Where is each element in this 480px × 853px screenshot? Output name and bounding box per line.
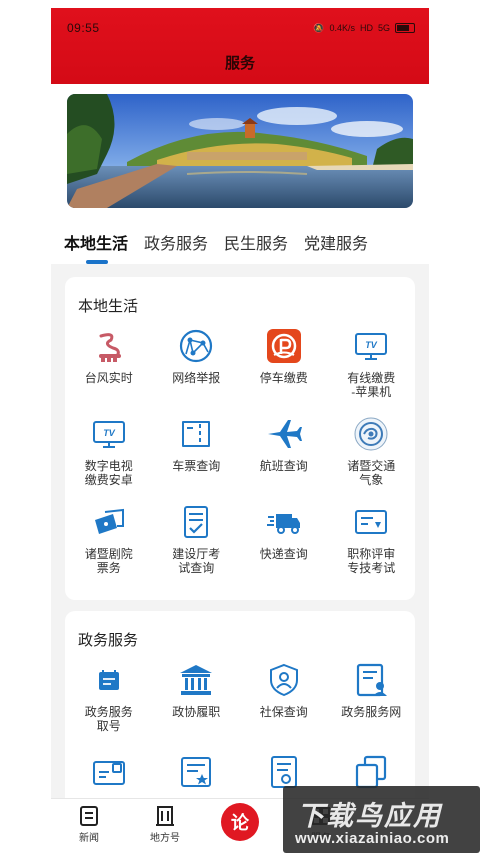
- service-label: 政协履职: [172, 705, 221, 719]
- service-item-construction-exam[interactable]: 建设厅考 试查询: [153, 503, 241, 575]
- social-security-icon: [265, 661, 303, 699]
- weather-icon: [352, 415, 390, 453]
- service-label: 网络举报: [172, 371, 221, 385]
- parking-icon: [265, 327, 303, 365]
- tabbar-item-local[interactable]: 地方号: [135, 805, 195, 844]
- service-item-title-review[interactable]: 职称评审 专技考试: [328, 503, 416, 575]
- service-item-typhoon[interactable]: 台风实时: [65, 327, 153, 399]
- service-grid: 政务服务 取号 政协履职 社保查询 政务服务网: [65, 661, 415, 797]
- page-title: 服务: [224, 55, 255, 72]
- service-label: 诸暨剧院 票务: [84, 547, 133, 575]
- tv-icon: TV: [90, 415, 128, 453]
- tabbar-item-news[interactable]: 新闻: [59, 805, 119, 844]
- service-label: 社保查询: [259, 705, 308, 719]
- service-item-parking[interactable]: 停车缴费: [240, 327, 328, 399]
- ticket-icon: [177, 415, 215, 453]
- service-item-star-doc[interactable]: [153, 753, 241, 797]
- service-label: 车票查询: [172, 459, 221, 473]
- exam-icon: [177, 503, 215, 541]
- mute-icon: 🔕: [313, 22, 325, 33]
- signal-icon: 5G: [377, 23, 390, 33]
- tab-party-service[interactable]: 党建服务: [304, 230, 368, 264]
- service-label: 有线缴费 -苹果机: [347, 371, 396, 399]
- building-icon: [156, 806, 174, 826]
- service-label: 台风实时: [84, 371, 133, 385]
- id-card-icon: [90, 753, 128, 791]
- service-item-digital-tv[interactable]: TV 数字电视 缴费安卓: [65, 415, 153, 487]
- section-title: 政务服务: [78, 632, 139, 649]
- tv-icon: TV: [352, 327, 390, 365]
- news-icon: [80, 806, 98, 826]
- service-label: 快递查询: [259, 547, 308, 561]
- section-title: 本地生活: [78, 298, 139, 315]
- banner-image[interactable]: [67, 94, 413, 208]
- theater-ticket-icon: [90, 503, 128, 541]
- service-item-express[interactable]: 快递查询: [240, 503, 328, 575]
- center-logo-button[interactable]: 论: [221, 803, 259, 841]
- status-icons: 🔕 0.4K/s HD 5G: [313, 23, 415, 34]
- queue-number-icon: [90, 661, 128, 699]
- service-grid: 台风实时 网络举报 停车缴费 TV 有线缴费 -苹果机 TV 数字电视 缴费安卓: [65, 327, 415, 575]
- service-label: 航班查询: [259, 459, 308, 473]
- service-item-theater[interactable]: 诸暨剧院 票务: [65, 503, 153, 575]
- service-label: 停车缴费: [259, 371, 308, 385]
- service-label: 职称评审 专技考试: [347, 547, 396, 575]
- svg-text:TV: TV: [365, 340, 377, 350]
- tabbar-label: 地方号: [150, 833, 180, 844]
- tab-local-life[interactable]: 本地生活: [64, 230, 128, 264]
- landscape-photo: [67, 94, 413, 208]
- tab-livelihood-service[interactable]: 民生服务: [224, 230, 288, 264]
- service-label: 数字电视 缴费安卓: [84, 459, 133, 487]
- service-item-social-security[interactable]: 社保查询: [240, 661, 328, 733]
- watermark-title: 下载鸟应用: [297, 801, 442, 831]
- delivery-icon: [265, 503, 303, 541]
- airplane-icon: [265, 415, 303, 453]
- service-item-cppcc[interactable]: 政协履职: [153, 661, 241, 733]
- service-item-queue-number[interactable]: 政务服务 取号: [65, 661, 153, 733]
- government-building-icon: [177, 661, 215, 699]
- service-item-id-card[interactable]: [65, 753, 153, 797]
- service-label: 政务服务 取号: [84, 705, 133, 733]
- service-label: 诸暨交通 气象: [347, 459, 396, 487]
- service-label: 建设厅考 试查询: [172, 547, 221, 575]
- status-time: 09:55: [67, 21, 100, 35]
- service-item-train-ticket[interactable]: 车票查询: [153, 415, 241, 487]
- document-person-icon: [352, 661, 390, 699]
- status-bar: 09:55 🔕 0.4K/s HD 5G: [67, 21, 415, 35]
- service-item-flight[interactable]: 航班查询: [240, 415, 328, 487]
- svg-text:TV: TV: [103, 428, 115, 438]
- tab-gov-service[interactable]: 政务服务: [144, 230, 208, 264]
- service-label: 政务服务网: [341, 705, 402, 719]
- service-item-traffic-weather[interactable]: 诸暨交通 气象: [328, 415, 416, 487]
- service-item-gov-service-net[interactable]: 政务服务网: [328, 661, 416, 733]
- watermark-url: www.xiazainiao.com: [295, 830, 450, 847]
- service-item-cable-ios[interactable]: TV 有线缴费 -苹果机: [328, 327, 416, 399]
- tabbar-label: 新闻: [79, 833, 99, 844]
- star-document-icon: [177, 753, 215, 791]
- typhoon-icon: [90, 327, 128, 365]
- app-header: 09:55 🔕 0.4K/s HD 5G 服务: [51, 8, 429, 84]
- net-speed: 0.4K/s: [329, 23, 355, 33]
- network-icon: [177, 327, 215, 365]
- local-life-card: 本地生活 台风实时 网络举报 停车缴费 TV 有线缴费 -苹果机 TV 数字电视…: [65, 277, 415, 600]
- battery-icon: [395, 23, 415, 33]
- watermark: 下载鸟应用 www.xiazainiao.com: [283, 786, 480, 853]
- certificate-icon: [352, 503, 390, 541]
- category-tabs: 本地生活 政务服务 民生服务 党建服务: [64, 230, 368, 264]
- hd-icon: HD: [359, 23, 373, 33]
- gov-service-card: 政务服务 政务服务 取号 政协履职 社保查询 政务服务网: [65, 611, 415, 811]
- service-item-network-report[interactable]: 网络举报: [153, 327, 241, 399]
